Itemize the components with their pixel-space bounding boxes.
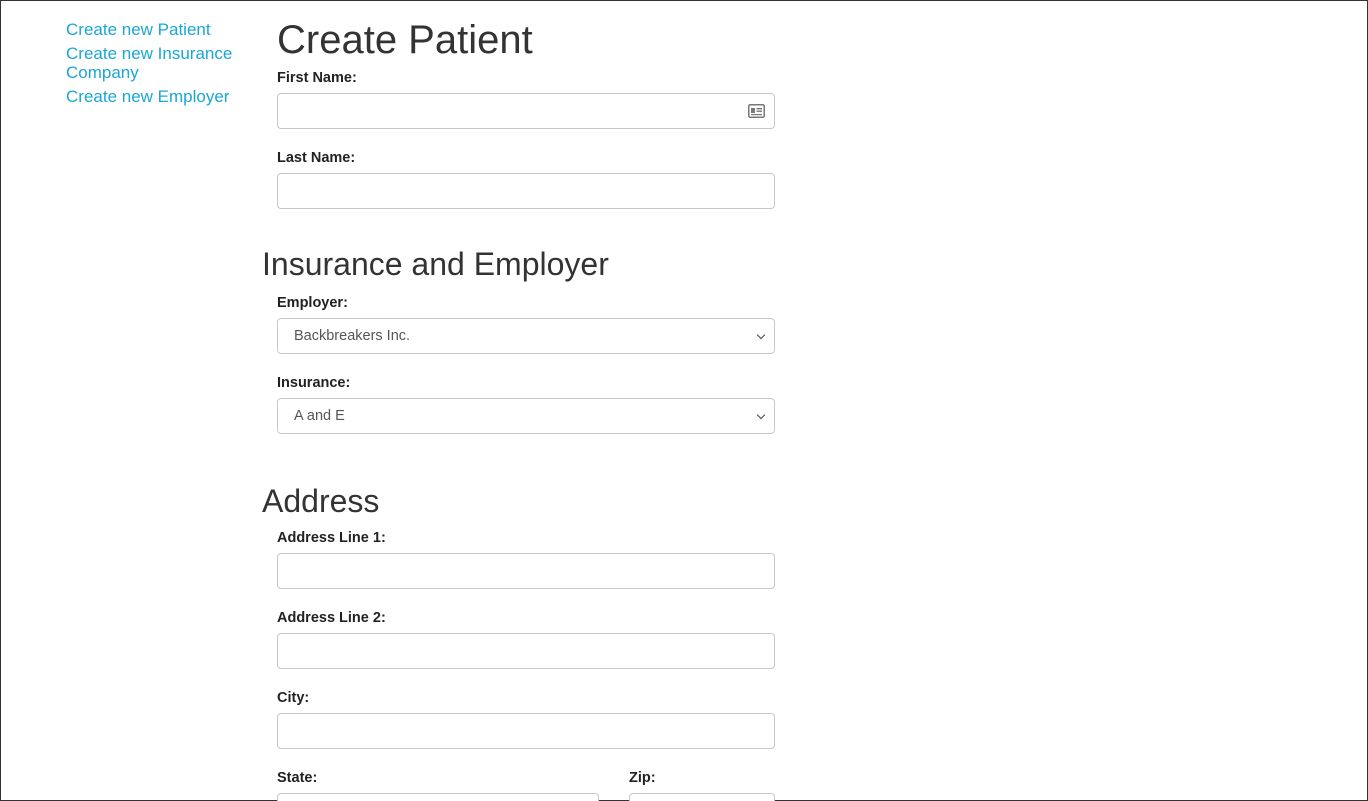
employer-label: Employer:: [277, 295, 348, 311]
zip-label: Zip:: [629, 770, 656, 786]
insurance-label: Insurance:: [277, 375, 351, 391]
insurance-selected-value: A and E: [294, 408, 345, 424]
employer-selected-value: Backbreakers Inc.: [294, 328, 411, 344]
employer-select[interactable]: Backbreakers Inc.: [277, 318, 775, 354]
page-title: Create Patient: [277, 18, 533, 62]
state-input[interactable]: [277, 793, 599, 801]
address-line1-input[interactable]: [277, 553, 775, 589]
state-zip-row: State: Zip:: [277, 769, 775, 801]
first-name-label: First Name:: [277, 70, 357, 86]
first-name-input[interactable]: [277, 93, 775, 129]
address-line2-label: Address Line 2:: [277, 610, 386, 626]
first-name-group: First Name:: [277, 69, 775, 129]
last-name-input[interactable]: [277, 173, 775, 209]
main-content: Create Patient First Name: Last Name: In…: [262, 17, 782, 801]
state-group: State:: [277, 769, 599, 801]
city-group: City:: [277, 689, 775, 749]
contact-card-icon[interactable]: [748, 104, 765, 118]
create-employer-link[interactable]: Create new Employer: [66, 87, 246, 107]
create-insurance-company-link[interactable]: Create new Insurance Company: [66, 44, 246, 83]
address-line1-group: Address Line 1:: [277, 529, 775, 589]
city-input[interactable]: [277, 713, 775, 749]
insurance-group: Insurance: A and E: [277, 374, 775, 434]
sidebar-nav: Create new Patient Create new Insurance …: [66, 20, 246, 110]
zip-input[interactable]: [629, 793, 775, 801]
employer-group: Employer: Backbreakers Inc.: [277, 294, 775, 354]
last-name-label: Last Name:: [277, 150, 356, 166]
address-line2-group: Address Line 2:: [277, 609, 775, 669]
last-name-group: Last Name:: [277, 149, 775, 209]
address-line2-input[interactable]: [277, 633, 775, 669]
insurance-select[interactable]: A and E: [277, 398, 775, 434]
insurance-employer-heading: Insurance and Employer: [262, 246, 609, 282]
chevron-down-icon: [756, 330, 766, 340]
city-label: City:: [277, 690, 310, 706]
chevron-down-icon: [756, 410, 766, 420]
address-heading: Address: [262, 483, 380, 519]
create-patient-link[interactable]: Create new Patient: [66, 20, 246, 40]
address-line1-label: Address Line 1:: [277, 530, 386, 546]
state-label: State:: [277, 770, 318, 786]
zip-group: Zip:: [629, 769, 775, 801]
